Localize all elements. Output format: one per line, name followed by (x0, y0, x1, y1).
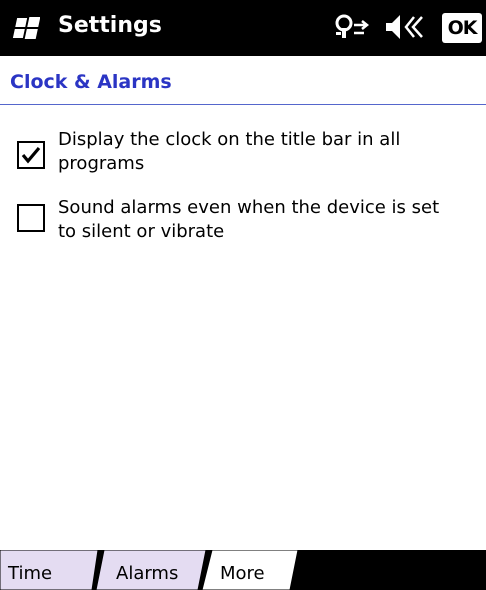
header-divider (0, 104, 486, 105)
display-clock-label: Display the clock on the title bar in al… (58, 129, 401, 174)
sound-alarms-label: Sound alarms even when the device is set… (58, 197, 440, 242)
tab-alarms[interactable] (100, 550, 204, 590)
sound-alarms-option[interactable]: Sound alarms even when the device is set… (0, 196, 486, 252)
start-button[interactable] (10, 14, 41, 44)
checkmark-icon (21, 146, 41, 164)
tab-time[interactable] (0, 550, 96, 590)
connectivity-icon[interactable] (332, 12, 372, 42)
page-title: Clock & Alarms (10, 71, 172, 93)
status-icons: OK (330, 0, 486, 56)
sound-alarms-checkbox[interactable] (17, 204, 45, 232)
tab-bar: Time Alarms More (0, 550, 486, 590)
display-clock-checkbox[interactable] (17, 141, 45, 169)
volume-icon[interactable] (382, 12, 426, 42)
ok-button[interactable]: OK (442, 13, 482, 43)
app-title: Settings (58, 13, 162, 38)
title-bar: Settings OK (0, 0, 486, 56)
tab-more[interactable] (206, 550, 296, 590)
screen: Settings OK Clock & Alarms Display the c… (0, 0, 486, 590)
windows-logo-icon (12, 17, 41, 39)
display-clock-option[interactable]: Display the clock on the title bar in al… (0, 128, 486, 184)
